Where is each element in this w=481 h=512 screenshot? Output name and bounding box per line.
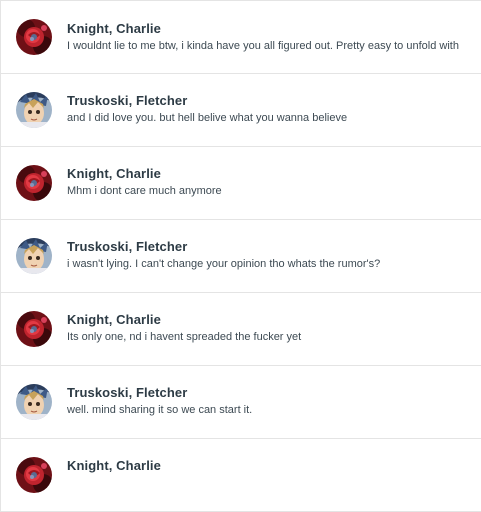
anime-character-avatar-icon (16, 92, 52, 128)
conversation-list: Knight, Charlie I wouldnt lie to me btw,… (0, 0, 481, 512)
message-preview: Mhm i dont care much anymore (67, 185, 222, 197)
red-rose-avatar-icon (16, 165, 52, 201)
message-item[interactable]: Truskoski, Fletcher and I did love you. … (0, 74, 481, 147)
anime-character-avatar-icon (16, 384, 52, 420)
sender-name: Knight, Charlie (67, 458, 161, 473)
message-item[interactable]: Truskoski, Fletcher well. mind sharing i… (0, 366, 481, 439)
red-rose-avatar-icon (16, 457, 52, 493)
message-preview: well. mind sharing it so we can start it… (67, 404, 253, 416)
sender-name: Truskoski, Fletcher (67, 385, 188, 400)
message-preview: Its only one, nd i havent spreaded the f… (67, 331, 302, 343)
message-item[interactable]: Knight, Charlie Its only one, nd i haven… (0, 293, 481, 366)
message-item[interactable]: Truskoski, Fletcher i wasn't lying. I ca… (0, 220, 481, 293)
message-preview: i wasn't lying. I can't change your opin… (67, 258, 381, 270)
red-rose-avatar-icon (16, 311, 52, 347)
message-item[interactable]: Knight, Charlie I wouldnt lie to me btw,… (0, 0, 481, 74)
anime-character-avatar-icon (16, 238, 52, 274)
sender-name: Knight, Charlie (67, 312, 161, 327)
sender-name: Knight, Charlie (67, 166, 161, 181)
red-rose-avatar-icon (16, 19, 52, 55)
message-item[interactable]: Knight, Charlie (0, 439, 481, 512)
sender-name: Truskoski, Fletcher (67, 239, 188, 254)
message-item[interactable]: Knight, Charlie Mhm i dont care much any… (0, 147, 481, 220)
message-preview: I wouldnt lie to me btw, i kinda have yo… (67, 40, 459, 52)
message-preview: and I did love you. but hell belive what… (67, 112, 348, 124)
sender-name: Knight, Charlie (67, 21, 161, 36)
sender-name: Truskoski, Fletcher (67, 93, 188, 108)
